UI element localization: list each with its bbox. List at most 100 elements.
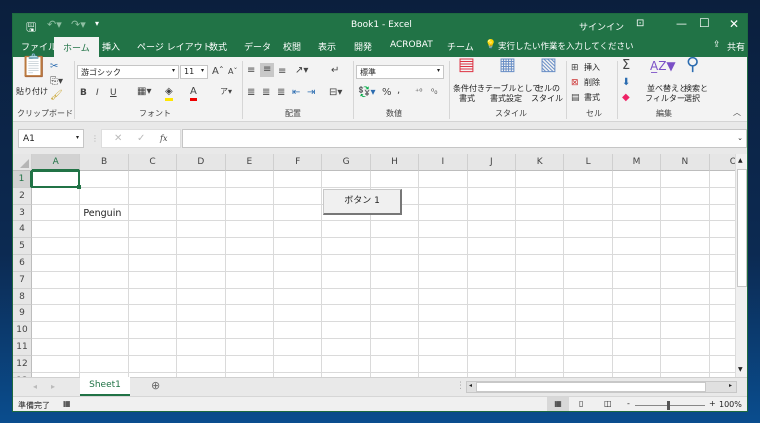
row-header-10[interactable]: 10: [13, 322, 32, 339]
collapse-ribbon-icon[interactable]: ︿: [733, 107, 741, 119]
form-button-1[interactable]: ボタン 1: [323, 189, 402, 215]
row-header-1[interactable]: 1: [13, 171, 32, 188]
decrease-indent-icon[interactable]: ⇤: [292, 87, 300, 99]
tab-page-layout[interactable]: ページ レイアウト: [137, 40, 212, 53]
borders-icon[interactable]: ▦▾: [137, 86, 151, 98]
name-box[interactable]: A1 ▾: [18, 129, 84, 148]
cut-icon[interactable]: ✂: [50, 61, 58, 73]
row-header-12[interactable]: 12: [13, 355, 32, 373]
sheet-tab-sheet1[interactable]: Sheet1: [80, 377, 130, 396]
tab-data[interactable]: データ: [244, 40, 271, 53]
clear-icon[interactable]: ◆: [622, 92, 630, 104]
page-layout-view-icon[interactable]: ▯: [579, 399, 583, 408]
tab-developer[interactable]: 開発: [354, 40, 372, 53]
column-header-L[interactable]: L: [564, 154, 613, 171]
italic-button[interactable]: I: [96, 87, 99, 99]
customize-qat-icon[interactable]: ▾: [95, 19, 99, 28]
align-left-icon[interactable]: ≣: [247, 87, 255, 99]
cell-styles-button[interactable]: セルの: [536, 84, 560, 94]
column-header-H[interactable]: H: [370, 154, 420, 171]
tab-review[interactable]: 校閲: [283, 40, 301, 53]
maximize-button[interactable]: ☐: [699, 16, 710, 30]
enter-icon[interactable]: ✓: [137, 133, 145, 145]
find-select-button[interactable]: 検索と: [684, 84, 708, 94]
increase-font-icon[interactable]: Aˆ: [212, 66, 224, 78]
row-header-3[interactable]: 3: [13, 204, 32, 222]
fill-handle[interactable]: [77, 184, 82, 189]
zoom-out-button[interactable]: -: [627, 399, 630, 408]
phonetic-icon[interactable]: ア▾: [220, 86, 232, 98]
save-icon[interactable]: 🖫: [26, 18, 36, 39]
decrease-decimal-icon[interactable]: ⁰₀: [431, 86, 437, 98]
tab-formulas[interactable]: 数式: [209, 40, 227, 53]
row-header-4[interactable]: 4: [13, 221, 32, 239]
align-bottom-icon[interactable]: ≡: [278, 66, 286, 78]
font-name-dropdown[interactable]: 游ゴシック ▾: [77, 65, 179, 79]
align-top-icon[interactable]: ≡: [247, 65, 255, 77]
insert-cells-button[interactable]: 挿入: [584, 63, 600, 73]
tab-team[interactable]: チーム: [447, 40, 474, 53]
paste-icon[interactable]: 📋: [20, 56, 47, 78]
scroll-left-icon[interactable]: ◂: [469, 382, 472, 389]
worksheet-grid[interactable]: ABCDEFGHIJKLMNO12345678910111213Penguinボ…: [13, 154, 735, 377]
merge-center-icon[interactable]: ⊟▾: [329, 87, 342, 99]
share-button[interactable]: 共有: [727, 40, 745, 53]
next-sheet-icon[interactable]: ▸: [51, 382, 55, 391]
column-header-N[interactable]: N: [661, 154, 710, 171]
zoom-slider[interactable]: [635, 405, 705, 406]
row-header-9[interactable]: 9: [13, 305, 32, 323]
redo-icon[interactable]: ↷▾: [71, 18, 86, 31]
select-all-corner[interactable]: [13, 154, 32, 171]
align-center-icon[interactable]: ≣: [262, 87, 270, 99]
row-header-11[interactable]: 11: [13, 339, 32, 356]
scroll-right-icon[interactable]: ▸: [729, 382, 732, 389]
column-header-D[interactable]: D: [177, 154, 226, 171]
tab-view[interactable]: 表示: [318, 40, 336, 53]
fill-icon[interactable]: ⬇: [622, 77, 630, 89]
align-right-icon[interactable]: ≣: [277, 87, 285, 99]
page-break-view-icon[interactable]: ◫: [604, 399, 612, 408]
comma-button[interactable]: ,: [397, 85, 400, 97]
row-header-5[interactable]: 5: [13, 238, 32, 255]
sort-filter-button[interactable]: 並べ替えと: [647, 84, 687, 94]
row-header-2[interactable]: 2: [13, 187, 32, 205]
accounting-format-icon[interactable]: 💱▾: [358, 87, 375, 99]
increase-indent-icon[interactable]: ⇥: [307, 87, 315, 99]
row-header-7[interactable]: 7: [13, 271, 32, 289]
wrap-text-icon[interactable]: ↵: [331, 65, 339, 77]
cancel-icon[interactable]: ✕: [114, 133, 122, 145]
align-middle-icon[interactable]: ≡: [260, 63, 275, 77]
copy-icon[interactable]: ⎘▾: [50, 76, 63, 88]
percent-button[interactable]: %: [382, 87, 392, 99]
horizontal-scroll-thumb[interactable]: [476, 382, 706, 392]
horizontal-scrollbar[interactable]: ◂ ▸: [466, 381, 737, 393]
fill-color-icon[interactable]: ◈: [165, 86, 173, 101]
tab-insert[interactable]: 挿入: [102, 40, 120, 53]
cell-B3[interactable]: Penguin: [80, 208, 121, 219]
column-header-A[interactable]: A: [32, 154, 81, 171]
minimize-button[interactable]: —: [676, 17, 687, 30]
format-cells-button[interactable]: 書式: [584, 93, 600, 103]
prev-sheet-icon[interactable]: ◂: [33, 382, 37, 391]
scroll-up-icon[interactable]: ▲: [738, 157, 743, 164]
column-header-K[interactable]: K: [516, 154, 565, 171]
column-header-F[interactable]: F: [274, 154, 323, 171]
column-header-J[interactable]: J: [467, 154, 516, 171]
column-header-O[interactable]: O: [709, 154, 735, 171]
tab-file[interactable]: ファイル: [21, 40, 57, 53]
number-format-dropdown[interactable]: 標準 ▾: [356, 65, 444, 79]
format-as-table-button[interactable]: テーブルとして: [485, 84, 540, 94]
bold-button[interactable]: B: [80, 87, 87, 99]
column-header-C[interactable]: C: [128, 154, 178, 171]
new-sheet-button[interactable]: ⊕: [151, 379, 160, 392]
zoom-in-button[interactable]: +: [709, 399, 716, 408]
column-header-I[interactable]: I: [419, 154, 468, 171]
column-header-G[interactable]: G: [322, 154, 371, 171]
autosum-button[interactable]: Σ: [622, 59, 630, 72]
zoom-slider-thumb[interactable]: [667, 401, 670, 410]
close-button[interactable]: ✕: [729, 17, 739, 31]
vertical-scroll-thumb[interactable]: [737, 169, 747, 287]
decrease-font-icon[interactable]: Aˇ: [228, 66, 237, 78]
undo-icon[interactable]: ↶▾: [47, 18, 62, 31]
column-header-B[interactable]: B: [80, 154, 129, 171]
